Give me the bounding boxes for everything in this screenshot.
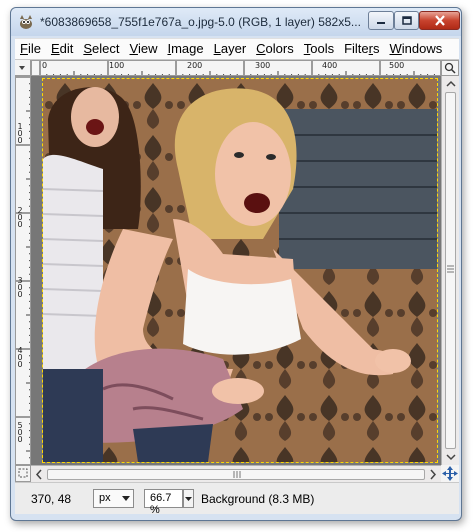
unit-dropdown[interactable]: px <box>93 489 134 508</box>
horizontal-ruler-ticks <box>39 61 435 75</box>
menu-filters[interactable]: Filters <box>339 39 384 59</box>
close-button[interactable] <box>419 11 460 30</box>
ruler-label: 100 <box>17 122 23 145</box>
vertical-scroll-thumb[interactable] <box>445 92 456 449</box>
ruler-label: 400 <box>17 346 23 369</box>
ruler-label: 300 <box>255 61 271 70</box>
grip-icon <box>447 265 454 273</box>
menu-file[interactable]: File <box>15 39 46 59</box>
horizontal-ruler[interactable]: 0 100 200 300 400 500 <box>31 60 441 76</box>
pointer-coordinates: 370, 48 <box>31 492 72 506</box>
minimize-icon <box>377 21 385 24</box>
scroll-left-icon <box>35 469 42 480</box>
menu-tools[interactable]: Tools <box>299 39 339 59</box>
layer-info: Background (8.3 MB) <box>201 492 315 506</box>
ruler-label: 200 <box>17 206 23 229</box>
gimp-app-icon <box>20 15 32 29</box>
menu-edit[interactable]: Edit <box>46 39 78 59</box>
zoom-input[interactable]: 66.7 % <box>144 489 183 516</box>
menu-select[interactable]: Select <box>78 39 124 59</box>
menu-windows[interactable]: Windows <box>385 39 448 59</box>
ruler-label: 100 <box>109 61 125 70</box>
minimize-button[interactable] <box>368 11 394 30</box>
scroll-up-icon <box>446 80 456 87</box>
close-icon <box>434 15 445 26</box>
scroll-down-icon <box>446 454 456 461</box>
quick-mask-toggle[interactable] <box>15 465 31 482</box>
menu-bar: File Edit Select View Image Layer Colors… <box>15 38 459 60</box>
vertical-scrollbar[interactable] <box>441 76 459 465</box>
photo-image <box>42 78 438 463</box>
horizontal-scrollbar[interactable] <box>31 465 441 482</box>
title-bar[interactable]: *6083869658_755f1e767a_o.jpg-5.0 (RGB, 1… <box>11 8 461 36</box>
maximize-button[interactable] <box>394 11 419 30</box>
ruler-label: 0 <box>42 61 48 70</box>
zoom-to-fit-icon <box>444 62 456 74</box>
image-window: *6083869658_755f1e767a_o.jpg-5.0 (RGB, 1… <box>10 7 462 521</box>
ruler-label: 500 <box>389 61 405 70</box>
ruler-label: 500 <box>17 421 23 444</box>
chevron-down-icon <box>185 497 192 501</box>
ruler-label: 400 <box>322 61 338 70</box>
status-bar: 370, 48 px 66.7 % Background (8.3 MB) <box>15 482 459 516</box>
horizontal-scroll-thumb[interactable] <box>47 469 425 480</box>
menu-colors[interactable]: Colors <box>251 39 299 59</box>
window-title: *6083869658_755f1e767a_o.jpg-5.0 (RGB, 1… <box>40 15 361 29</box>
unit-value: px <box>99 492 111 504</box>
image-canvas[interactable] <box>31 76 441 465</box>
document-area: 0 100 200 300 400 500 100 200 300 400 50… <box>15 60 459 516</box>
ruler-label: 300 <box>17 276 23 299</box>
ruler-label: 200 <box>187 61 203 70</box>
chevron-down-icon <box>122 496 130 501</box>
navigate-button[interactable] <box>441 465 459 482</box>
scroll-right-icon <box>430 469 437 480</box>
maximize-icon <box>401 15 412 25</box>
zoom-value: 66.7 % <box>150 492 172 516</box>
menu-layer[interactable]: Layer <box>209 39 252 59</box>
grip-icon <box>233 471 241 478</box>
quick-mask-icon <box>18 468 28 478</box>
vertical-ruler[interactable]: 100 200 300 400 500 <box>15 76 31 465</box>
image-menu-button[interactable] <box>15 60 31 76</box>
menu-image[interactable]: Image <box>162 39 208 59</box>
menu-arrow-icon <box>19 66 25 70</box>
zoom-dropdown[interactable] <box>183 489 194 508</box>
navigate-icon <box>442 466 458 481</box>
menu-view[interactable]: View <box>125 39 163 59</box>
zoom-to-fit-button[interactable] <box>441 60 459 76</box>
